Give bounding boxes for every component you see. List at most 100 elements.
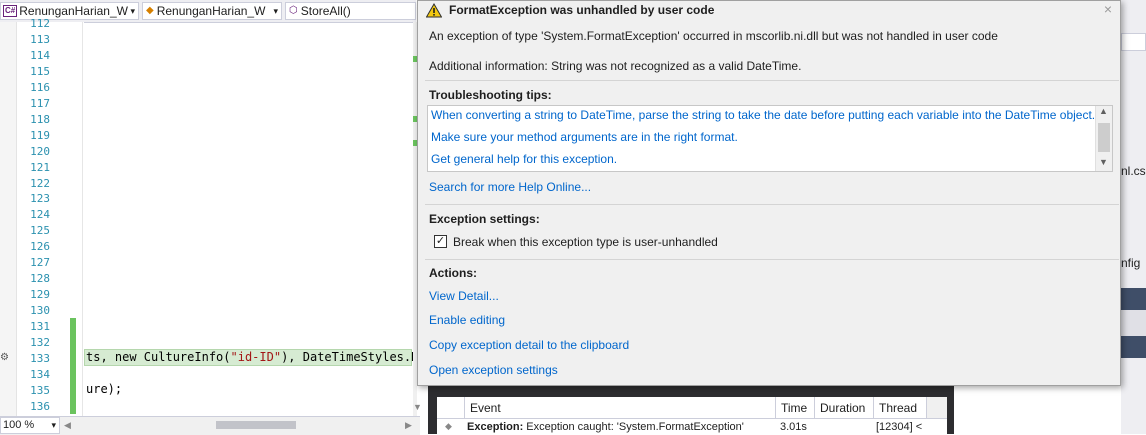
diagnostic-events-grid: Event Time Duration Thread ◆ Exception: … [437, 397, 947, 434]
tips-scrollbar-thumb[interactable] [1098, 123, 1110, 152]
class-dropdown[interactable]: ◆ RenunganHarian_W ▾ [142, 2, 282, 20]
code-line-135[interactable]: ure); [86, 382, 122, 396]
line-number: 136 [30, 399, 50, 413]
code-line-133[interactable]: ts, new CultureInfo("id-ID"), DateTimeSt… [86, 350, 426, 364]
line-number: 130 [30, 304, 50, 318]
troubleshooting-header: Troubleshooting tips: [429, 88, 552, 102]
chevron-down-icon: ▾ [51, 420, 56, 430]
line-number: 121 [30, 160, 50, 174]
panel-tab-strip [1121, 336, 1146, 358]
line-number: 123 [30, 192, 50, 206]
section-divider [425, 204, 1119, 205]
column-header-thread[interactable]: Thread [874, 397, 927, 419]
event-type: Exception: [467, 421, 524, 433]
open-exception-settings-link[interactable]: Open exception settings [429, 363, 558, 377]
panel-file-label[interactable]: nfig [1121, 256, 1140, 270]
solution-panel-edge [1121, 0, 1146, 434]
warning-icon [426, 3, 442, 18]
panel-file-label[interactable]: nl.cs [1121, 164, 1146, 178]
view-detail-link[interactable]: View Detail... [429, 289, 499, 303]
popup-title-bar: FormatException was unhandled by user co… [418, 1, 1120, 21]
line-number: 120 [30, 144, 50, 158]
code-text: ts, new CultureInfo( [86, 350, 231, 364]
exception-settings-header: Exception settings: [429, 212, 540, 226]
exception-helper-popup: FormatException was unhandled by user co… [417, 0, 1121, 386]
event-cell[interactable]: Exception: Exception caught: 'System.For… [467, 421, 772, 433]
tips-scrollbar[interactable]: ▲ ▼ [1095, 106, 1112, 171]
actions-header: Actions: [429, 266, 477, 280]
section-divider [425, 80, 1119, 81]
additional-information: Additional information: String was not r… [429, 59, 802, 73]
exception-message: An exception of type 'System.FormatExcep… [429, 29, 998, 43]
tip-link-convert-datetime[interactable]: When converting a string to DateTime, pa… [431, 108, 1095, 122]
line-number: 116 [30, 80, 50, 94]
line-number: 134 [30, 367, 50, 381]
member-dropdown[interactable]: ⬡ StoreAll() [285, 2, 416, 20]
tip-link-argument-format[interactable]: Make sure your method arguments are in t… [431, 130, 738, 144]
panel-search-input[interactable] [1121, 33, 1146, 51]
grid-header-spacer [437, 397, 465, 419]
popup-title: FormatException was unhandled by user co… [449, 3, 715, 17]
break-when-unhandled-checkbox[interactable]: ✓ [434, 235, 447, 248]
enable-editing-link[interactable]: Enable editing [429, 313, 505, 327]
editor-separator [82, 22, 83, 416]
scroll-down-arrow-icon[interactable]: ▼ [413, 402, 422, 412]
project-dropdown-label: RenunganHarian_W [19, 4, 128, 18]
line-number: 112 [30, 17, 50, 30]
copy-exception-detail-link[interactable]: Copy exception detail to the clipboard [429, 338, 629, 352]
class-dropdown-label: RenunganHarian_W [156, 4, 266, 18]
line-number: 118 [30, 112, 50, 126]
line-number: 126 [30, 240, 50, 254]
thread-cell: [12304] < [876, 421, 923, 433]
horizontal-scrollbar-thumb[interactable] [216, 421, 296, 429]
line-number: 115 [30, 64, 50, 78]
zoom-dropdown[interactable]: 100 % ▾ [0, 417, 60, 434]
line-number: 127 [30, 256, 50, 270]
line-number: 132 [30, 336, 50, 349]
line-number: 117 [30, 96, 50, 110]
current-statement-icon: ⚙ [0, 352, 9, 363]
grid-scrollbar-top[interactable] [927, 397, 947, 419]
search-help-online-link[interactable]: Search for more Help Online... [429, 180, 591, 194]
line-number: 131 [30, 320, 50, 334]
line-number: 124 [30, 208, 50, 222]
exception-event-icon: ◆ [445, 421, 452, 431]
chevron-up-icon[interactable]: ▲ [1099, 106, 1108, 116]
troubleshooting-tips-list: When converting a string to DateTime, pa… [427, 105, 1113, 172]
class-icon: ◆ [146, 5, 154, 16]
panel-area [1121, 310, 1146, 336]
column-header-event[interactable]: Event [465, 397, 776, 419]
line-number: 114 [30, 48, 50, 62]
tip-link-general-help[interactable]: Get general help for this exception. [431, 152, 617, 166]
time-cell: 3.01s [780, 421, 807, 433]
method-icon: ⬡ [289, 5, 298, 16]
section-divider [425, 259, 1119, 260]
event-text: Exception caught: 'System.FormatExceptio… [526, 421, 744, 433]
column-header-time[interactable]: Time [776, 397, 815, 419]
panel-tab-strip [1121, 288, 1146, 310]
scroll-right-arrow-icon[interactable]: ▶ [405, 420, 412, 431]
line-number: 119 [30, 128, 50, 142]
line-number: 122 [30, 176, 50, 190]
line-number: 133 [30, 351, 50, 365]
member-dropdown-label: StoreAll() [300, 4, 351, 18]
column-header-duration[interactable]: Duration [815, 397, 874, 419]
change-tracking-bar [70, 318, 76, 414]
chevron-down-icon[interactable]: ▼ [1099, 157, 1108, 167]
close-icon[interactable]: × [1104, 1, 1112, 17]
csharp-project-icon: C# [3, 5, 18, 17]
line-number: 129 [30, 288, 50, 302]
code-text: ), DateTimeStyles.No [281, 350, 426, 364]
checkmark-icon: ✓ [435, 235, 446, 247]
chevron-down-icon: ▾ [130, 6, 135, 16]
line-number: 125 [30, 224, 50, 238]
editor-navigation-bar: C# RenunganHarian_W ▾ ◆ RenunganHarian_W ▾… [0, 0, 416, 23]
chevron-down-icon: ▾ [273, 6, 278, 16]
code-string: "id-ID" [230, 350, 282, 364]
zoom-level: 100 % [3, 419, 35, 431]
line-number: 113 [30, 32, 50, 46]
break-when-unhandled-label[interactable]: Break when this exception type is user-u… [453, 235, 718, 249]
scroll-left-arrow-icon[interactable]: ◀ [64, 420, 71, 431]
line-number: 128 [30, 272, 50, 286]
code-text: ure); [86, 382, 123, 396]
